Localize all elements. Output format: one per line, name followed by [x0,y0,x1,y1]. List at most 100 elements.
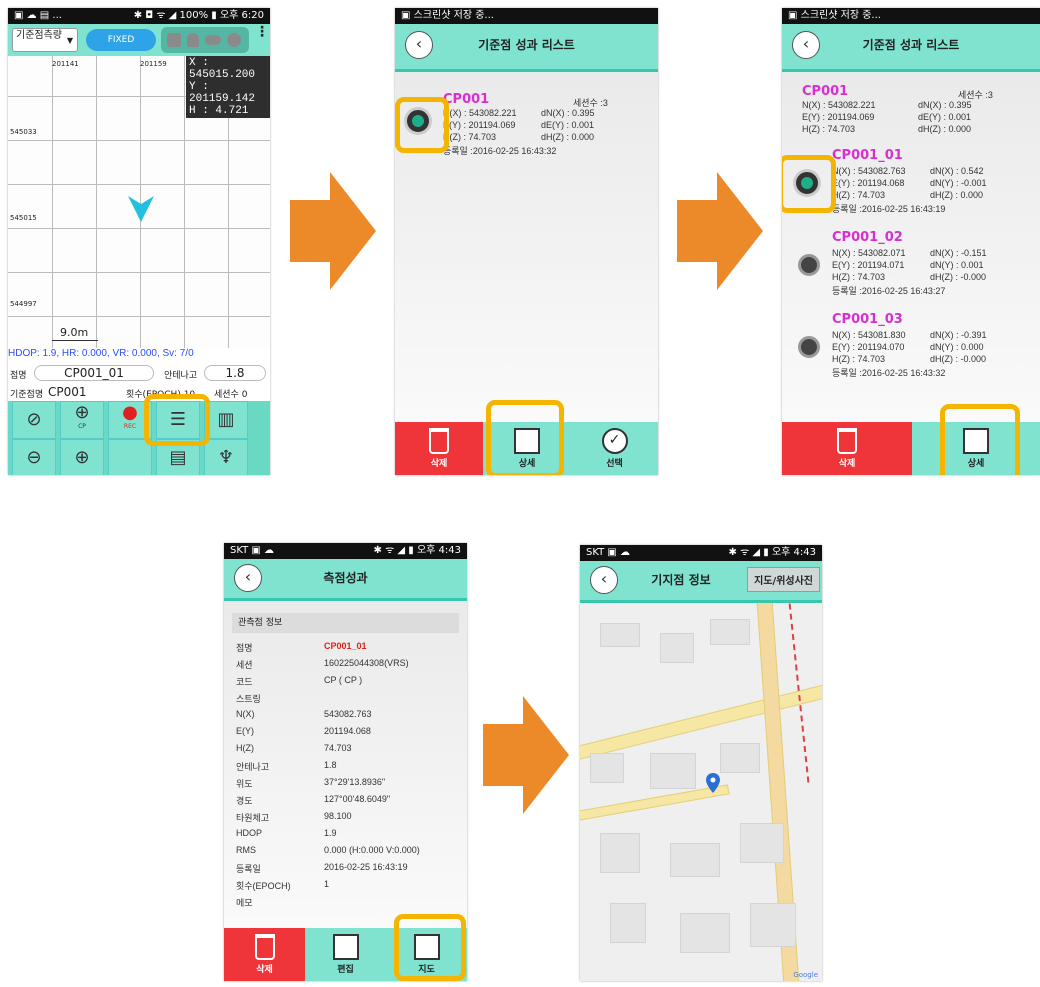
detail-value: 1.9 [324,828,337,838]
delta-n: dN(X) : -0.391 [930,330,987,340]
antenna-field[interactable]: 1.8 [204,365,266,381]
detail-key: 위도 [236,779,253,789]
check-icon: ✓ [601,428,628,454]
delete-button[interactable]: 삭제 [395,422,483,475]
detail-key: 횟수(EPOCH) [236,881,291,891]
detail-key: 타원체고 [236,813,270,823]
settings-icon[interactable] [227,33,241,47]
coord-h: H(Z) : 74.703 [802,124,856,134]
select-radio[interactable] [798,254,820,276]
antenna-button[interactable]: ♆ [204,439,248,475]
grid-label-left: 545015 [10,214,37,222]
overflow-menu-icon[interactable]: ⋮ [255,25,269,39]
building [710,619,750,645]
person-icon[interactable] [187,33,199,47]
select-button[interactable]: ✓ 선택 [571,422,658,475]
detail-value: CP001_01 [324,641,367,651]
building [610,903,646,943]
cp-button[interactable]: ⊕ CP [60,401,104,439]
base-name-label: 기준점명 [10,390,44,400]
cp-name: CP001_01 [832,148,903,163]
status-right: ✱ ᯤ ◢ ▮ 오후 4:43 [728,547,816,558]
detail-key: RMS [236,845,256,855]
point-name-label: 점명 [10,371,27,381]
trash-icon [837,428,857,454]
coord-n: N(X) : 543082.221 [802,100,876,110]
header-bar: ‹ 기준점 성과 리스트 [395,24,658,72]
status-bar: SKT ▣ ☁ ✱ ᯤ ◢ ▮ 오후 4:43 [580,545,822,561]
screen-base-point-map: SKT ▣ ☁ ✱ ᯤ ◢ ▮ 오후 4:43 ‹ 기지점 정보 지도/위성사진 … [580,545,822,981]
building [600,833,640,873]
status-left: ▣ ☁ ▤ ... [14,10,62,21]
delete-button[interactable]: 삭제 [224,928,305,981]
detail-value: 37°29'13.8936" [324,777,386,787]
delete-button[interactable]: 삭제 [782,422,912,475]
detail-body: 관측점 정보 점명 CP001_01 세션 160225044308(VRS) 코드 CP… [224,601,467,928]
status-bar: ▣ ☁ ▤ ... ✱ ◘ ᯤ ◢ 100% ▮ 오후 6:20 [8,8,270,24]
detail-key: HDOP [236,828,263,838]
zoom-in-button[interactable]: ⊕ [60,439,104,475]
list-item[interactable]: CP001_02 N(X) : 543082.071 dN(X) : -0.15… [782,226,1040,308]
screen-measurement-result: SKT ▣ ☁ ✱ ᯤ ◢ ▮ 오후 4:43 ‹ 측점성과 관측점 정보 점명 C… [224,543,467,981]
cloud-icon[interactable] [205,35,221,45]
coord-h: H(Z) : 74.703 [832,272,886,282]
edit-label: 편집 [337,965,354,975]
record-icon: ● [122,402,138,423]
building [680,913,730,953]
compass-button[interactable]: ⊘ [12,401,56,439]
page-title: 측점성과 [323,571,368,585]
coordinate-readout: X : 545015.200 Y : 201159.142 H : 4.721 [186,56,270,118]
registered-date: 등록일 :2016-02-25 16:43:27 [832,286,946,296]
grid-label-left: 545033 [10,128,37,136]
toolbar-icons-group [161,27,249,53]
select-radio[interactable] [798,336,820,358]
list-body: CP001 세션수 :3 N(X) : 543082.221 dN(X) : 0… [782,72,1040,422]
delete-label: 삭제 [838,459,856,469]
map-view[interactable]: Google [580,603,822,981]
flow-arrow-icon [483,696,569,818]
coord-x: X : 545015.200 [189,57,256,81]
grid-label-top: 201159 [140,60,167,68]
delta-h: dH(Z) : -0.000 [930,354,987,364]
list-item[interactable]: CP001_03 N(X) : 543081.830 dN(X) : -0.39… [782,308,1040,390]
coord-n: N(X) : 543082.763 [832,166,906,176]
crosshair-icon: ⊕ [74,402,90,423]
edit-button[interactable]: 편집 [305,928,386,981]
section-header: 관측점 정보 [232,613,459,633]
detail-key: 경도 [236,796,253,806]
coord-e: E(Y) : 201194.068 [832,178,905,188]
highlight-radio [395,97,449,153]
detail-key: N(X) [236,709,255,719]
delta-e: dN(Y) : 0.001 [930,260,984,270]
status-bar: ▣ 스크린샷 저장 중... [782,8,1040,24]
screenshot-icon: ▣ [401,10,414,21]
delta-e: dE(Y) : 0.001 [541,120,595,130]
delete-label: 삭제 [430,459,448,469]
coord-h: H(Z) : 74.703 [832,190,886,200]
position-arrow-icon [128,194,154,228]
point-name-field[interactable]: CP001_01 [34,365,154,381]
detail-value: CP ( CP ) [324,675,363,685]
map-layer-button[interactable]: ▥ [204,401,248,439]
delta-e: dE(Y) : 0.001 [918,112,972,122]
delta-n: dN(X) : -0.151 [930,248,987,258]
satellite-icon[interactable] [167,33,181,47]
chevron-down-icon: ▼ [66,36,73,45]
delta-h: dH(Z) : 0.000 [541,132,595,142]
grid-label-left: 544997 [10,300,37,308]
delta-n: dN(X) : 0.395 [541,108,595,118]
empty-tool-slot [108,439,152,475]
building [650,753,696,789]
survey-type-dropdown[interactable]: 기준점측량 ▼ [12,28,78,52]
status-bar: ▣ 스크린샷 저장 중... [395,8,658,24]
page-title: 기준점 성과 리스트 [862,38,960,52]
session-count-text: 세션수 0 [214,390,248,400]
map-icon: ▥ [217,409,235,430]
detail-key: 안테나고 [236,762,270,772]
coord-e: E(Y) : 201194.070 [832,342,905,352]
coord-n: N(X) : 543082.221 [443,108,517,118]
google-logo: Google [793,971,818,979]
map-type-button[interactable]: 지도/위성사진 [747,567,820,592]
coord-e: E(Y) : 201194.069 [802,112,875,122]
zoom-out-button[interactable]: ⊖ [12,439,56,475]
